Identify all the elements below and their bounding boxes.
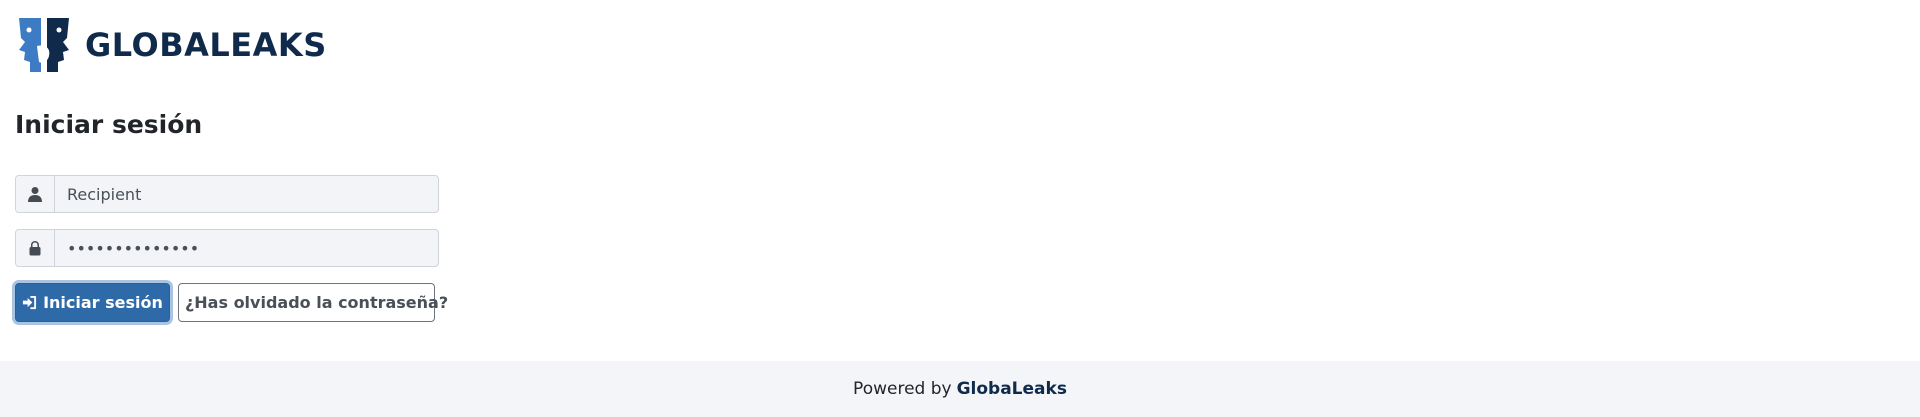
login-page: GLOBALEAKS Iniciar sesión Iniciar sesión…	[0, 0, 1920, 417]
globaleaks-faces-icon	[19, 18, 69, 72]
username-input[interactable]	[55, 176, 438, 212]
footer: Powered by GlobaLeaks	[0, 361, 1920, 417]
footer-brand-link[interactable]: GlobaLeaks	[957, 379, 1067, 399]
logo-text: GLOBALEAKS	[85, 26, 327, 64]
login-button[interactable]: Iniciar sesión	[15, 283, 170, 322]
header: GLOBALEAKS	[15, 16, 327, 74]
forgot-password-button[interactable]: ¿Has olvidado la contraseña?	[178, 283, 448, 322]
password-input[interactable]	[55, 230, 438, 266]
username-group	[15, 175, 439, 213]
login-button-label: Iniciar sesión	[43, 293, 163, 312]
user-icon	[16, 176, 55, 212]
powered-by-text: Powered by	[853, 379, 952, 399]
password-group	[15, 229, 439, 267]
page-title: Iniciar sesión	[15, 110, 203, 139]
sign-in-icon	[23, 295, 37, 310]
lock-icon	[16, 230, 55, 266]
